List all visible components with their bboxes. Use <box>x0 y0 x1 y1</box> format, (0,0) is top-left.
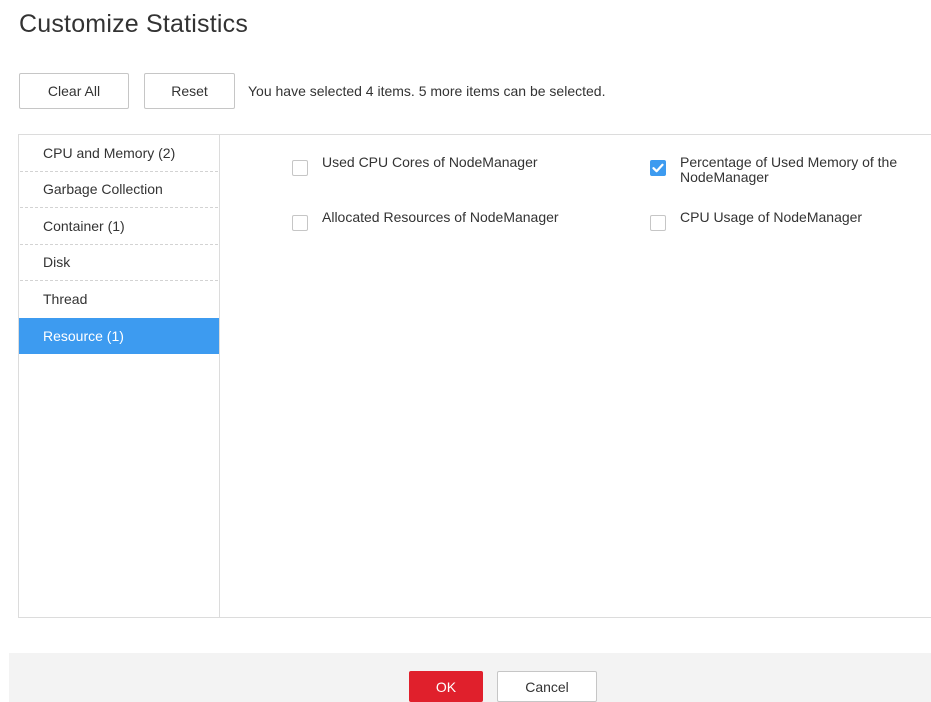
option-label: Used CPU Cores of NodeManager <box>322 154 538 170</box>
ok-button[interactable]: OK <box>409 671 483 702</box>
statistics-options: Used CPU Cores of NodeManager Percentage… <box>220 135 931 617</box>
option-allocated-resources[interactable]: Allocated Resources of NodeManager <box>292 210 559 231</box>
option-label: CPU Usage of NodeManager <box>680 209 863 225</box>
category-label: Container (1) <box>43 217 125 234</box>
checkbox[interactable] <box>292 160 308 176</box>
category-item-container[interactable]: Container (1) <box>20 208 218 245</box>
toolbar: Clear All Reset You have selected 4 item… <box>19 73 605 109</box>
customize-statistics-dialog: Customize Statistics Clear All Reset You… <box>0 0 931 702</box>
category-item-garbage-collection[interactable]: Garbage Collection <box>20 172 218 208</box>
category-label: Disk <box>43 254 71 271</box>
statistics-panel: CPU and Memory (2) Garbage Collection Co… <box>18 134 931 618</box>
option-percentage-used-memory[interactable]: Percentage of Used Memory of the NodeMan… <box>650 155 897 185</box>
reset-button[interactable]: Reset <box>144 73 235 109</box>
option-label: Allocated Resources of NodeManager <box>322 209 559 225</box>
cancel-button[interactable]: Cancel <box>497 671 597 702</box>
category-label: Resource (1) <box>43 327 124 344</box>
category-item-thread[interactable]: Thread <box>20 281 218 318</box>
category-label: Garbage Collection <box>43 181 163 198</box>
checkmark-icon <box>652 163 664 173</box>
dialog-footer: OK Cancel <box>9 653 931 702</box>
selection-hint: You have selected 4 items. 5 more items … <box>248 83 606 99</box>
category-label: CPU and Memory (2) <box>43 144 176 161</box>
option-used-cpu-cores[interactable]: Used CPU Cores of NodeManager <box>292 155 538 176</box>
category-item-resource[interactable]: Resource (1) <box>19 317 219 354</box>
category-item-disk[interactable]: Disk <box>20 245 218 281</box>
dialog-title: Customize Statistics <box>19 10 249 38</box>
checkbox-checked[interactable] <box>650 160 666 176</box>
category-item-cpu-and-memory[interactable]: CPU and Memory (2) <box>20 135 218 172</box>
option-label: Percentage of Used Memory of the NodeMan… <box>680 154 898 185</box>
category-label: Thread <box>43 291 88 308</box>
category-sidebar: CPU and Memory (2) Garbage Collection Co… <box>19 135 220 617</box>
clear-all-button[interactable]: Clear All <box>19 73 129 109</box>
option-cpu-usage[interactable]: CPU Usage of NodeManager <box>650 210 862 231</box>
checkbox[interactable] <box>650 215 666 231</box>
checkbox[interactable] <box>292 215 308 231</box>
